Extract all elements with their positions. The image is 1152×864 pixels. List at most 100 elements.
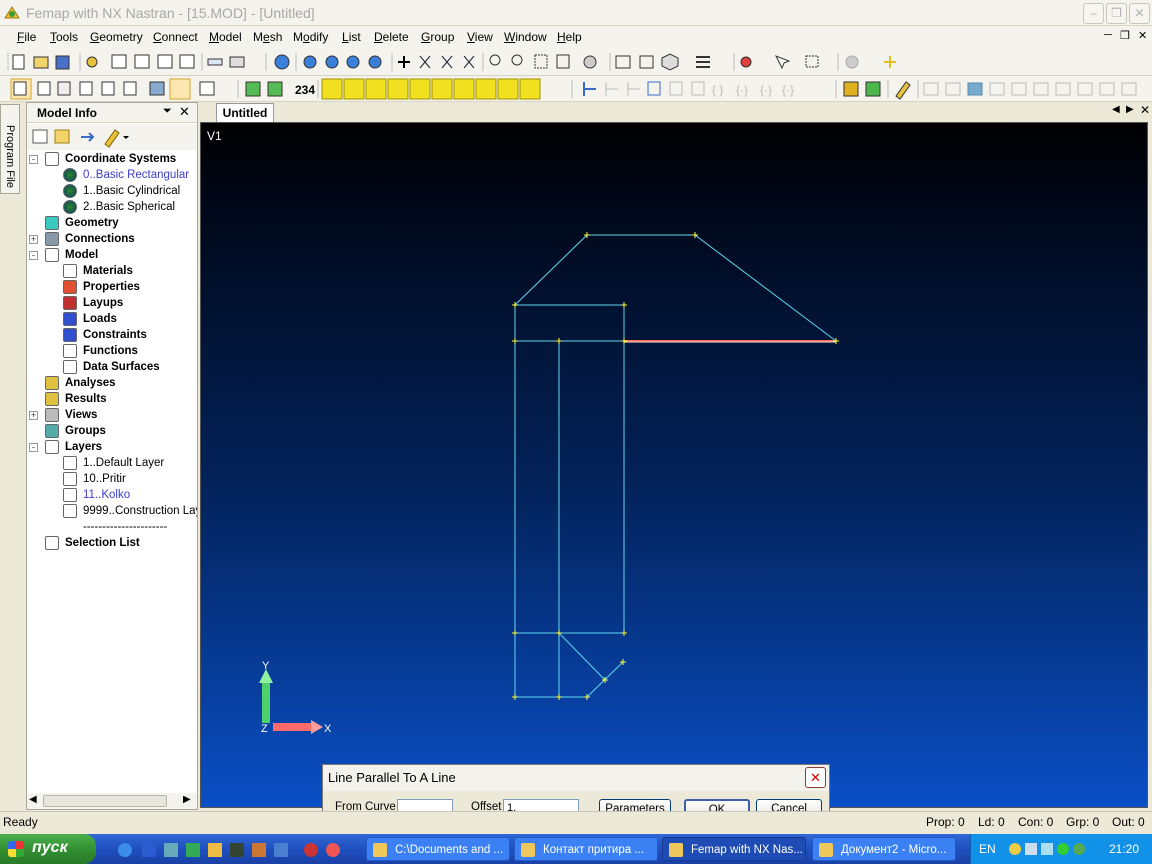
tray-icons[interactable] <box>1007 841 1097 857</box>
tree-item-label: 10..Pritir <box>83 473 126 485</box>
tree-item[interactable]: Constraints <box>27 328 197 344</box>
menu-view[interactable]: View <box>467 30 493 44</box>
svg-text:{ }: { } <box>712 83 723 97</box>
tree-item[interactable]: Layups <box>27 296 197 312</box>
expand-icon[interactable]: + <box>29 411 38 420</box>
panel-h-scrollbar[interactable]: ◀ ▶ <box>27 793 197 809</box>
dialog-titlebar: Line Parallel To A Line ✕ <box>323 765 829 791</box>
task-icon <box>373 843 387 857</box>
menu-geometry[interactable]: Geometry <box>90 30 143 44</box>
geometry-canvas[interactable]: Y X Z <box>201 123 1149 809</box>
menu-modify[interactable]: Modify <box>293 30 328 44</box>
taskbar-task[interactable]: Документ2 - Micro... <box>812 837 956 861</box>
tree-item[interactable]: 10..Pritir <box>27 472 197 488</box>
menu-group[interactable]: Group <box>421 30 454 44</box>
close-window-button[interactable]: ✕ <box>1129 3 1150 24</box>
collapse-icon[interactable]: - <box>29 155 38 164</box>
status-bar: Ready Prop: 0 Ld: 0 Con: 0 Grp: 0 Out: 0 <box>0 811 1152 833</box>
tree-item[interactable]: - Layers <box>27 440 197 456</box>
tree-item[interactable]: Data Surfaces <box>27 360 197 376</box>
menu-delete[interactable]: Delete <box>374 30 409 44</box>
tree-item[interactable]: Materials <box>27 264 197 280</box>
taskbar-task[interactable]: C:\Documents and ... <box>366 837 510 861</box>
model-info-toolbar <box>27 124 197 150</box>
expand-icon[interactable]: + <box>29 235 38 244</box>
mdi-minimize-button[interactable]: ─ <box>1104 29 1112 41</box>
toolbar-row-1-icons[interactable] <box>0 48 1152 76</box>
scroll-right-icon[interactable]: ▶ <box>183 794 191 805</box>
task-icon <box>819 843 833 857</box>
tab-next-icon[interactable]: ▶ <box>1126 104 1134 115</box>
menu-connect[interactable]: Connect <box>153 30 198 44</box>
menu-file[interactable]: File <box>17 30 36 44</box>
tree-item[interactable]: 11..Kolko <box>27 488 197 504</box>
tree-item[interactable]: - Coordinate Systems <box>27 152 197 168</box>
tree-item[interactable]: 0..Basic Rectangular <box>27 168 197 184</box>
axis-triad: Y X Z <box>259 660 332 735</box>
tree-item[interactable]: - Model <box>27 248 197 264</box>
tree-item[interactable]: Loads <box>27 312 197 328</box>
program-file-side-tab[interactable]: Program File <box>0 104 20 194</box>
collapse-icon[interactable]: - <box>29 251 38 260</box>
close-panel-icon[interactable]: ✕ <box>179 104 190 120</box>
quick-launch-icons[interactable] <box>116 841 356 859</box>
tree-item[interactable]: 1..Basic Cylindrical <box>27 184 197 200</box>
tree-item-label: 2..Basic Spherical <box>83 201 176 213</box>
start-label: пуск <box>32 839 68 856</box>
model-info-tool-icons[interactable] <box>27 124 197 150</box>
taskbar-task[interactable]: Контакт притира ... <box>514 837 658 861</box>
maximize-button[interactable]: ❐ <box>1106 3 1127 24</box>
cylinder-icon <box>45 216 59 230</box>
geometry-curve <box>514 234 588 306</box>
mdi-restore-button[interactable]: ❐ <box>1120 29 1130 42</box>
scroll-left-icon[interactable]: ◀ <box>29 794 37 805</box>
data-surface-icon <box>63 360 77 374</box>
svg-text:{·}: {·} <box>760 83 772 97</box>
tree-item[interactable]: Groups <box>27 424 197 440</box>
pin-icon[interactable]: ⏷ <box>163 105 172 118</box>
mdi-close-button[interactable]: ✕ <box>1138 29 1147 42</box>
tree-item[interactable]: Analyses <box>27 376 197 392</box>
menu-model[interactable]: Model <box>209 30 242 44</box>
svg-text:{·}: {·} <box>782 83 794 97</box>
dialog-close-button[interactable]: ✕ <box>805 767 826 788</box>
task-icon <box>521 843 535 857</box>
views-icon <box>45 408 59 422</box>
taskbar-task[interactable]: Femap with NX Nas... <box>662 837 806 861</box>
tab-untitled[interactable]: Untitled <box>216 103 274 122</box>
tree-item-label: Connections <box>65 233 135 245</box>
tree-item[interactable]: ---------------------- <box>27 520 197 536</box>
toolbar-row-2: 234 { } {·} {·} {·} <box>0 76 1152 102</box>
menu-window[interactable]: Window <box>504 30 547 44</box>
window-title: Femap with NX Nastran - [15.MOD] - [Unti… <box>26 5 315 21</box>
tree-item[interactable]: Properties <box>27 280 197 296</box>
tree-item[interactable]: Functions <box>27 344 197 360</box>
collapse-icon[interactable]: - <box>29 443 38 452</box>
node-number-button-label[interactable]: 234 <box>295 83 315 97</box>
tree-item[interactable]: + Views <box>27 408 197 424</box>
language-indicator[interactable]: EN <box>979 842 996 856</box>
beam-icon <box>63 280 77 294</box>
tab-prev-icon[interactable]: ◀ <box>1112 104 1120 115</box>
tree-item[interactable]: 2..Basic Spherical <box>27 200 197 216</box>
model-info-header: Model Info ⏷ ✕ <box>27 103 197 123</box>
tree-item[interactable]: 1..Default Layer <box>27 456 197 472</box>
tree-item[interactable]: + Connections <box>27 232 197 248</box>
dialog-title: Line Parallel To A Line <box>328 770 456 785</box>
minimize-button[interactable]: – <box>1083 3 1104 24</box>
tree-item[interactable]: Geometry <box>27 216 197 232</box>
menu-tools[interactable]: Tools <box>50 30 78 44</box>
start-button[interactable]: пуск <box>0 834 96 864</box>
femap-app-icon <box>4 6 20 19</box>
menu-help[interactable]: Help <box>557 30 582 44</box>
menu-mesh[interactable]: Mesh <box>253 30 282 44</box>
tab-close-icon[interactable]: ✕ <box>1140 103 1150 117</box>
tree-item[interactable]: Selection List <box>27 536 197 552</box>
toolbar-row-2-icons[interactable]: 234 { } {·} {·} {·} <box>0 76 1152 102</box>
graphics-viewport[interactable]: V1 Y X Z <box>200 122 1148 808</box>
tree-item[interactable]: 9999..Construction Lay <box>27 504 197 520</box>
grid-icon <box>45 248 59 262</box>
tree-item[interactable]: Results <box>27 392 197 408</box>
groups-icon <box>45 424 59 438</box>
menu-list[interactable]: List <box>342 30 361 44</box>
